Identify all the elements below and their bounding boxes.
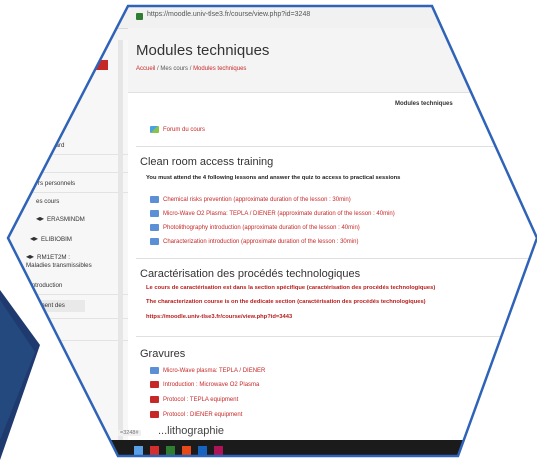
breadcrumb-home[interactable]: Accueil: [136, 66, 155, 72]
pdf-icon: [150, 396, 159, 403]
section-note: The characterization course is on the de…: [146, 299, 426, 305]
sidebar-item-home[interactable]: e: [40, 160, 43, 168]
sidebar-item-dashboard[interactable]: oard: [52, 142, 64, 150]
section-title-caracterisation: Caractérisation des procédés technologiq…: [140, 268, 361, 280]
sidebar-item-course-2[interactable]: ELIBIOBIM: [30, 236, 72, 244]
divider: [8, 154, 128, 155]
menu-fragment[interactable]: es ▾: [100, 30, 130, 40]
sidebar-item-section-3[interactable]: nes: [42, 350, 52, 358]
activity-characterization[interactable]: Characterization introduction (approxima…: [150, 238, 358, 246]
graduation-cap-icon: [30, 236, 38, 241]
taskbar-app-icon[interactable]: [214, 446, 223, 455]
divider: [8, 172, 128, 173]
section-note: Le cours de caractérisation est dans la …: [146, 285, 436, 291]
activity-micro-wave-plasma[interactable]: Micro-Wave O2 Plasma: TEPLA / DIENER (ap…: [150, 210, 395, 218]
activity-photolithography[interactable]: Photolithography introduction (approxima…: [150, 224, 360, 232]
forum-link[interactable]: Forum du cours: [150, 126, 205, 134]
graduation-cap-icon: [36, 216, 44, 221]
lesson-icon: [150, 210, 159, 217]
lesson-icon: [150, 224, 159, 231]
forum-icon: [150, 126, 159, 133]
taskbar-app-icon[interactable]: [182, 446, 191, 455]
taskbar-app-icon[interactable]: [150, 446, 159, 455]
lesson-icon: [150, 238, 159, 245]
characterization-course-link[interactable]: https://moodle.univ-tlse3.fr/course/view…: [146, 314, 292, 320]
taskbar-app-icon[interactable]: [134, 446, 143, 455]
sidebar-item-introduction[interactable]: Introduction: [30, 282, 62, 290]
left-sidebar: [8, 40, 129, 456]
activity-protocol-tepla[interactable]: Protocol : TEPLA equipment: [150, 396, 238, 404]
course-heading: Modules techniques: [395, 101, 453, 107]
section-divider: [136, 146, 536, 147]
section-title-gravures: Gravures: [140, 348, 186, 360]
divider: [8, 318, 128, 319]
windows-taskbar: [8, 440, 537, 456]
graduation-cap-icon: [26, 254, 34, 259]
section-note: You must attend the 4 following lessons …: [146, 175, 401, 181]
sidebar-item-course-1[interactable]: ERASMINDM: [36, 216, 85, 224]
sidebar-item-section-2[interactable]: ques: [38, 326, 51, 334]
address-url[interactable]: https://moodle.univ-tlse3.fr/course/view…: [147, 11, 310, 18]
section-divider: [136, 258, 536, 259]
divider: [8, 192, 128, 193]
navbar-accent: [94, 60, 108, 70]
status-url: =3248#: [118, 430, 141, 436]
pdf-icon: [150, 411, 159, 418]
breadcrumb-my-courses[interactable]: Mes cours: [160, 66, 188, 72]
divider: [8, 294, 128, 295]
activity-intro-microwave[interactable]: Introduction : Microwave O2 Plasma: [150, 381, 259, 389]
taskbar-app-icon[interactable]: [166, 446, 175, 455]
activity-micro-wave-tepla-diener[interactable]: Micro-Wave plasma: TEPLA / DIENER: [150, 367, 265, 375]
pdf-icon: [150, 381, 159, 388]
lesson-icon: [150, 196, 159, 203]
activity-protocol-diener[interactable]: Protocol : DIENER equipment: [150, 411, 242, 419]
sidebar-item-private-files[interactable]: rs personnels: [38, 180, 75, 188]
sidebar-item-my-courses[interactable]: es cours: [36, 198, 59, 206]
taskbar-app-icon[interactable]: [198, 446, 207, 455]
browser-address-bar[interactable]: https://moodle.univ-tlse3.fr/course/view…: [8, 6, 537, 29]
lesson-icon: [150, 367, 159, 374]
activity-chemical-risks[interactable]: Chemical risks prevention (approximate d…: [150, 196, 351, 204]
section-title-partial: ...lithographie: [158, 425, 225, 437]
sidebar-scrollbar[interactable]: [118, 40, 123, 450]
sidebar-item-section[interactable]: ement des: [34, 300, 85, 312]
page-title: Modules techniques: [136, 42, 270, 59]
screenshot-frame: https://moodle.univ-tlse3.fr/course/view…: [8, 6, 537, 456]
secure-lock-icon: [136, 13, 143, 20]
section-divider: [136, 336, 536, 337]
breadcrumb: Accueil / Mes cours / Modules techniques: [136, 66, 247, 72]
sidebar-item-course-3[interactable]: RM1ET2M : Maladies transmissibles: [26, 254, 96, 270]
section-title-clean-room: Clean room access training: [140, 156, 274, 168]
breadcrumb-current[interactable]: Modules techniques: [193, 66, 246, 72]
divider: [8, 340, 128, 341]
